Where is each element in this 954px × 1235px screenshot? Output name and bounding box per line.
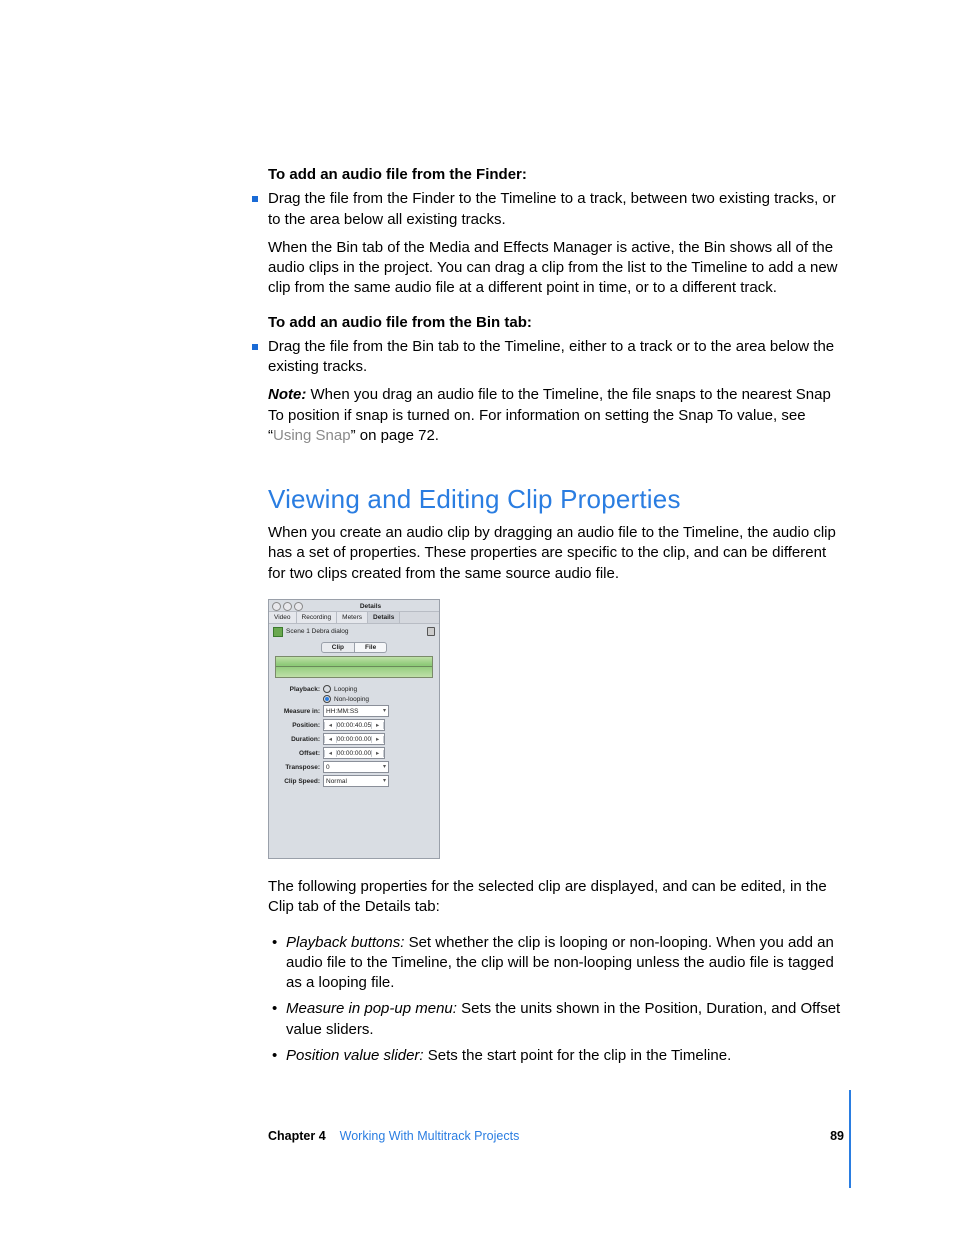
radio-looping[interactable] [323,685,331,693]
cross-reference-link[interactable]: Using Snap [273,427,351,444]
position-slider[interactable]: ◂00:00:40.05▸ [323,719,385,731]
page-content: To add an audio file from the Finder: Dr… [268,165,844,1072]
section-heading: Viewing and Editing Clip Properties [268,482,844,517]
step-row: Drag the file from the Finder to the Tim… [252,189,844,230]
label-position: Position: [275,722,320,729]
waveform-preview [275,656,433,678]
label-clipspeed: Clip Speed: [275,778,320,785]
procedure-heading-bin: To add an audio file from the Bin tab: [268,313,844,333]
traffic-light-icon [294,602,303,611]
step-text: Drag the file from the Bin tab to the Ti… [268,337,844,378]
label-transpose: Transpose: [275,764,320,771]
note-paragraph: Note: When you drag an audio file to the… [268,385,844,446]
square-bullet-icon [252,196,258,202]
term: Measure in pop-up menu: [286,1000,457,1017]
term: Playback buttons: [286,934,404,951]
body-paragraph: When you create an audio clip by draggin… [268,523,844,584]
tab-recording[interactable]: Recording [297,612,338,623]
body-paragraph: The following properties for the selecte… [268,877,844,918]
label-measure: Measure in: [275,708,320,715]
clip-icon [273,627,283,637]
square-bullet-icon [252,344,258,350]
page-number: 89 [830,1128,844,1145]
traffic-light-icon [272,602,281,611]
clip-name: Scene 1 Debra dialog [286,628,349,635]
tab-meters[interactable]: Meters [337,612,368,623]
radio-label: Non-looping [334,696,369,703]
chevron-updown-icon: ▾ [383,778,386,785]
window-titlebar: Details [269,600,439,611]
chapter-label: Chapter 4 [268,1128,326,1145]
procedure-heading-finder: To add an audio file from the Finder: [268,165,844,185]
details-window-screenshot: Details Video Recording Meters Details S… [268,599,440,859]
bullet-icon: • [272,933,286,953]
chevron-updown-icon: ▾ [383,708,386,715]
definition: Sets the start point for the clip in the… [424,1047,732,1064]
step-row: Drag the file from the Bin tab to the Ti… [252,337,844,378]
subtab-file[interactable]: File [355,642,387,653]
page-edge-rule [849,1090,851,1188]
chevron-updown-icon: ▾ [383,764,386,771]
body-paragraph: When the Bin tab of the Media and Effect… [268,238,844,299]
label-playback: Playback: [275,686,320,693]
radio-label: Looping [334,686,357,693]
clipspeed-popup[interactable]: Normal▾ [323,775,389,787]
subtab-bar: Clip File [269,642,439,653]
window-title: Details [305,603,436,610]
tab-bar: Video Recording Meters Details [269,611,439,624]
offset-slider[interactable]: ◂00:00:00.00▸ [323,747,385,759]
list-item: • Position value slider: Sets the start … [272,1046,844,1066]
tab-video[interactable]: Video [269,612,297,623]
label-duration: Duration: [275,736,320,743]
step-text: Drag the file from the Finder to the Tim… [268,189,844,230]
note-text-b: ” on page 72. [351,427,439,444]
tab-details[interactable]: Details [368,612,400,623]
note-label: Note: [268,386,306,403]
subtab-clip[interactable]: Clip [321,642,355,653]
bullet-icon: • [272,999,286,1019]
radio-nonlooping[interactable] [323,695,331,703]
label-offset: Offset: [275,750,320,757]
chapter-name: Working With Multitrack Projects [340,1128,520,1145]
bullet-icon: • [272,1046,286,1066]
duration-slider[interactable]: ◂00:00:00.00▸ [323,733,385,745]
page-footer: Chapter 4 Working With Multitrack Projec… [268,1128,844,1145]
measure-popup[interactable]: HH:MM:SS▾ [323,705,389,717]
transpose-popup[interactable]: 0▾ [323,761,389,773]
clip-header: Scene 1 Debra dialog [269,624,439,640]
list-item: • Playback buttons: Set whether the clip… [272,933,844,994]
lock-icon [427,627,435,636]
term: Position value slider: [286,1047,424,1064]
traffic-light-icon [283,602,292,611]
list-item: • Measure in pop-up menu: Sets the units… [272,999,844,1040]
